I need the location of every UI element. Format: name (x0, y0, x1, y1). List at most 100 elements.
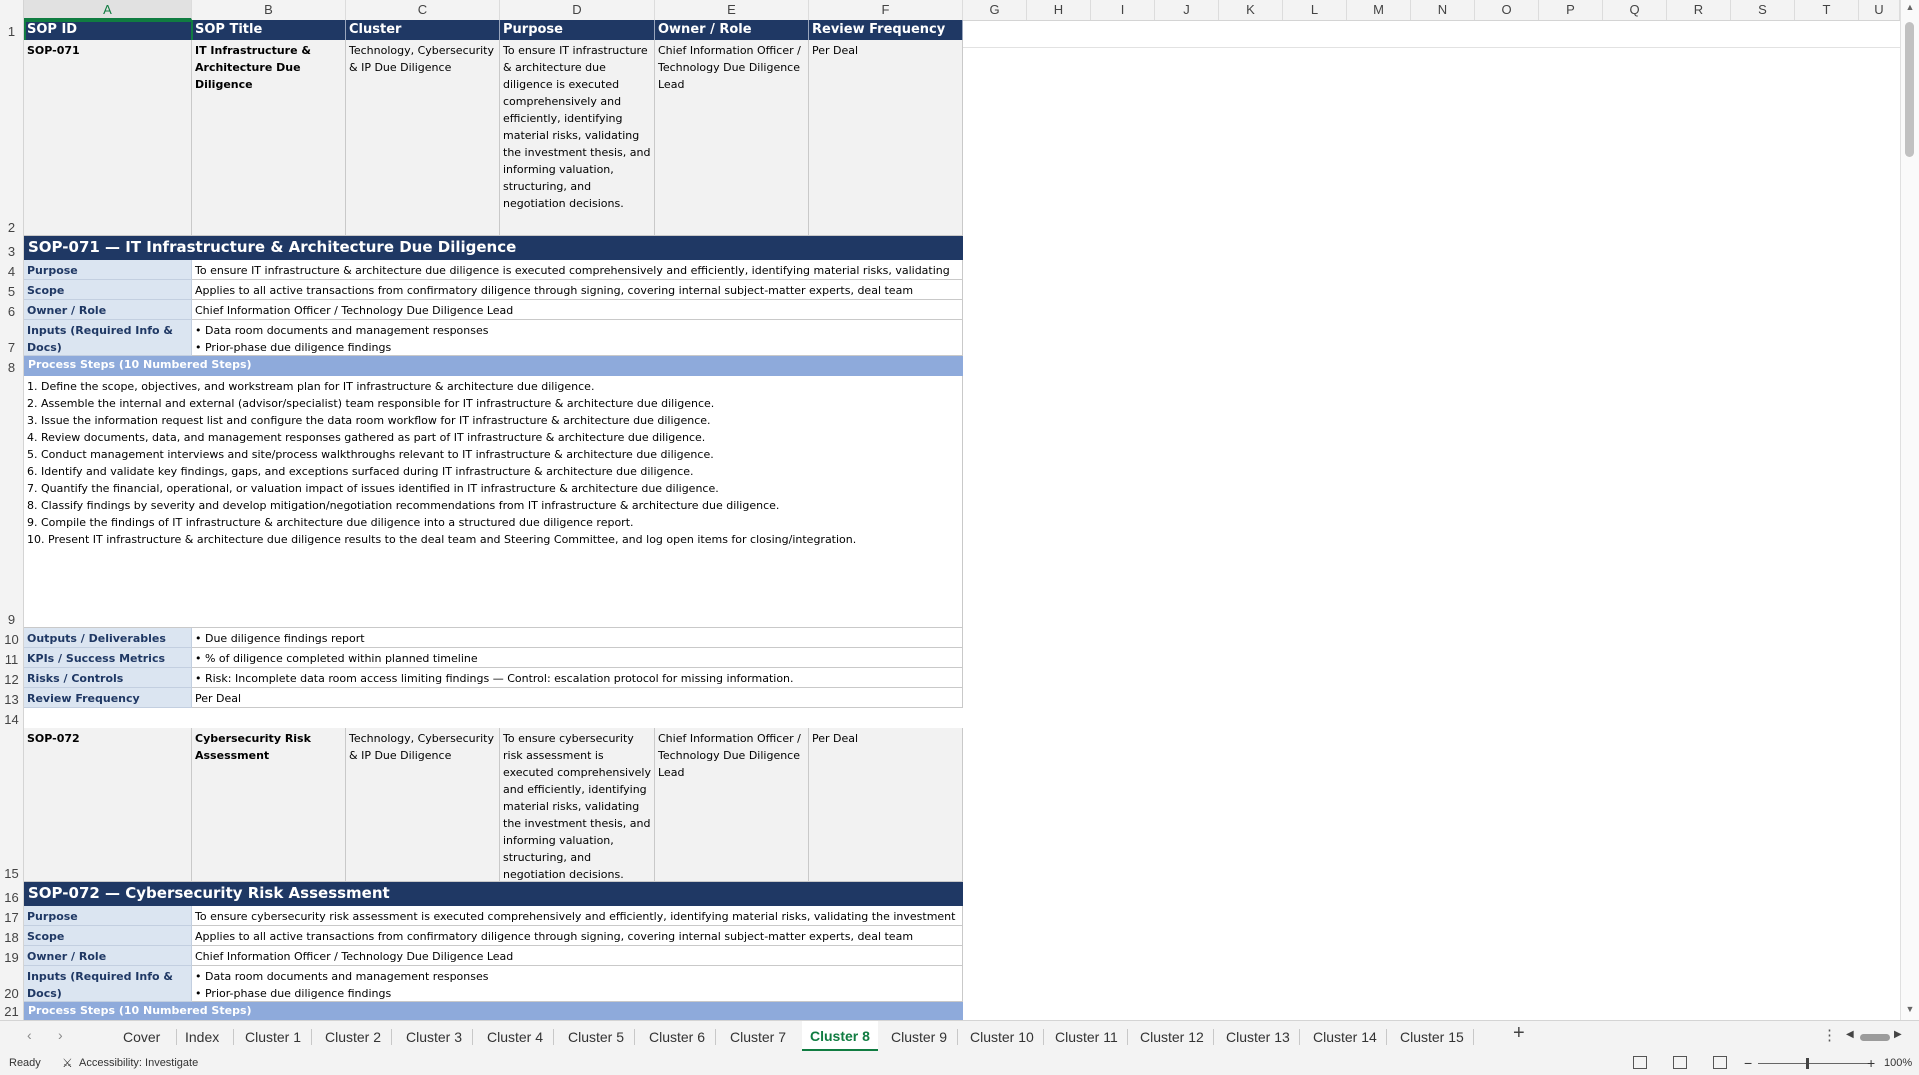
tab-cluster-3[interactable]: Cluster 3 (406, 1021, 462, 1053)
row-header[interactable]: 5 (0, 280, 24, 300)
column-header-a[interactable]: A (24, 0, 192, 20)
row-header[interactable]: 16 (0, 882, 24, 906)
column-header-m[interactable]: M (1347, 0, 1411, 20)
tab-cover[interactable]: Cover (123, 1021, 160, 1053)
column-header-h[interactable]: H (1027, 0, 1091, 20)
column-header-i[interactable]: I (1091, 0, 1155, 20)
tab-cluster-15[interactable]: Cluster 15 (1400, 1021, 1464, 1053)
row-header[interactable]: 8 (0, 356, 24, 376)
label-review-frequency[interactable]: Review Frequency (24, 688, 192, 708)
cell-cluster[interactable]: Technology, Cybersecurity & IP Due Dilig… (346, 40, 500, 236)
tab-cluster-12[interactable]: Cluster 12 (1140, 1021, 1204, 1053)
header-cluster[interactable]: Cluster (346, 20, 500, 40)
row-header[interactable]: 21 (0, 1002, 24, 1020)
column-header-o[interactable]: O (1475, 0, 1539, 20)
column-header-c[interactable]: C (346, 0, 500, 20)
process-steps-list[interactable]: 1. Define the scope, objectives, and wor… (24, 376, 963, 628)
tab-cluster-5[interactable]: Cluster 5 (568, 1021, 624, 1053)
value-scope[interactable]: Applies to all active transactions from … (192, 280, 963, 300)
cell-sop-title[interactable]: Cybersecurity Risk Assessment (192, 728, 346, 882)
zoom-in-icon[interactable]: + (1867, 1052, 1875, 1075)
column-header-d[interactable]: D (500, 0, 655, 20)
process-steps-band[interactable]: Process Steps (10 Numbered Steps) (24, 1002, 963, 1020)
cell-review-frequency[interactable]: Per Deal (809, 40, 963, 236)
tab-prev-icon[interactable]: ‹ (27, 1027, 32, 1043)
row-header[interactable]: 10 (0, 628, 24, 648)
zoom-slider[interactable] (1758, 1063, 1868, 1064)
value-scope[interactable]: Applies to all active transactions from … (192, 926, 963, 946)
header-purpose[interactable]: Purpose (500, 20, 655, 40)
accessibility-icon[interactable]: ⚔ (62, 1052, 73, 1075)
label-owner-role[interactable]: Owner / Role (24, 300, 192, 320)
column-header-g[interactable]: G (963, 0, 1027, 20)
label-purpose[interactable]: Purpose (24, 260, 192, 280)
value-inputs[interactable]: • Data room documents and management res… (192, 320, 963, 356)
row-header[interactable]: 2 (0, 40, 24, 236)
row-header[interactable]: 19 (0, 946, 24, 966)
cell-purpose[interactable]: To ensure IT infrastructure & architectu… (500, 40, 655, 236)
label-purpose[interactable]: Purpose (24, 906, 192, 926)
tab-cluster-1[interactable]: Cluster 1 (245, 1021, 301, 1053)
tab-index[interactable]: Index (185, 1021, 219, 1053)
label-inputs[interactable]: Inputs (Required Info & Docs) (24, 320, 192, 356)
value-kpis[interactable]: • % of diligence completed within planne… (192, 648, 963, 668)
sop-section-title[interactable]: SOP-072 — Cybersecurity Risk Assessment (24, 882, 963, 906)
column-header-r[interactable]: R (1667, 0, 1731, 20)
process-steps-band[interactable]: Process Steps (10 Numbered Steps) (24, 356, 963, 376)
cell-purpose[interactable]: To ensure cybersecurity risk assessment … (500, 728, 655, 882)
column-header-e[interactable]: E (655, 0, 809, 20)
tab-cluster-11[interactable]: Cluster 11 (1055, 1021, 1118, 1053)
scroll-up-icon[interactable]: ▲ (1901, 2, 1919, 18)
column-header-n[interactable]: N (1411, 0, 1475, 20)
row-header[interactable]: 13 (0, 688, 24, 708)
zoom-level[interactable]: 100% (1884, 1052, 1912, 1075)
scrollbar-thumb[interactable] (1905, 22, 1914, 157)
sop-section-title[interactable]: SOP-071 — IT Infrastructure & Architectu… (24, 236, 963, 260)
cell-sop-id[interactable]: SOP-071 (24, 40, 192, 236)
row-header[interactable]: 1 (0, 20, 24, 40)
more-options-icon[interactable]: ⋮ (1822, 1026, 1837, 1044)
column-header-k[interactable]: K (1219, 0, 1283, 20)
tab-cluster-10[interactable]: Cluster 10 (970, 1021, 1034, 1053)
column-header-s[interactable]: S (1731, 0, 1795, 20)
select-all-corner[interactable] (0, 0, 24, 20)
zoom-out-icon[interactable]: − (1744, 1052, 1752, 1075)
column-header-q[interactable]: Q (1603, 0, 1667, 20)
row-header[interactable]: 20 (0, 966, 24, 1002)
row-header[interactable]: 7 (0, 320, 24, 356)
worksheet-grid[interactable]: SOP ID SOP Title Cluster Purpose Owner /… (24, 20, 1900, 1020)
page-layout-view-icon[interactable] (1673, 1056, 1687, 1069)
column-header-u[interactable]: U (1859, 0, 1900, 20)
row-header[interactable]: 9 (0, 376, 24, 628)
add-sheet-icon[interactable]: + (1513, 1022, 1525, 1045)
column-header-f[interactable]: F (809, 0, 963, 20)
label-scope[interactable]: Scope (24, 280, 192, 300)
tab-cluster-6[interactable]: Cluster 6 (649, 1021, 705, 1053)
row-header[interactable]: 11 (0, 648, 24, 668)
tab-cluster-2[interactable]: Cluster 2 (325, 1021, 381, 1053)
column-header-l[interactable]: L (1283, 0, 1347, 20)
label-kpis[interactable]: KPIs / Success Metrics (24, 648, 192, 668)
header-owner-role[interactable]: Owner / Role (655, 20, 809, 40)
row-header[interactable]: 3 (0, 236, 24, 260)
column-header-p[interactable]: P (1539, 0, 1603, 20)
value-purpose[interactable]: To ensure IT infrastructure & architectu… (192, 260, 963, 280)
zoom-slider-thumb[interactable] (1806, 1058, 1809, 1069)
tab-cluster-13[interactable]: Cluster 13 (1226, 1021, 1290, 1053)
scroll-down-icon[interactable]: ▼ (1901, 1004, 1919, 1020)
tab-cluster-9[interactable]: Cluster 9 (891, 1021, 947, 1053)
row-header[interactable]: 12 (0, 668, 24, 688)
vertical-scrollbar[interactable]: ▲ ▼ (1900, 0, 1919, 1020)
value-inputs[interactable]: • Data room documents and management res… (192, 966, 963, 1002)
header-review-frequency[interactable]: Review Frequency (809, 20, 963, 40)
column-header-t[interactable]: T (1795, 0, 1859, 20)
row-header[interactable]: 15 (0, 728, 24, 882)
normal-view-icon[interactable] (1633, 1056, 1647, 1069)
row-header[interactable]: 4 (0, 260, 24, 280)
column-header-b[interactable]: B (192, 0, 346, 20)
header-sop-id[interactable]: SOP ID (24, 20, 192, 40)
label-scope[interactable]: Scope (24, 926, 192, 946)
row-header[interactable]: 14 (0, 708, 24, 728)
tab-cluster-7[interactable]: Cluster 7 (730, 1021, 786, 1053)
value-owner-role[interactable]: Chief Information Officer / Technology D… (192, 300, 963, 320)
